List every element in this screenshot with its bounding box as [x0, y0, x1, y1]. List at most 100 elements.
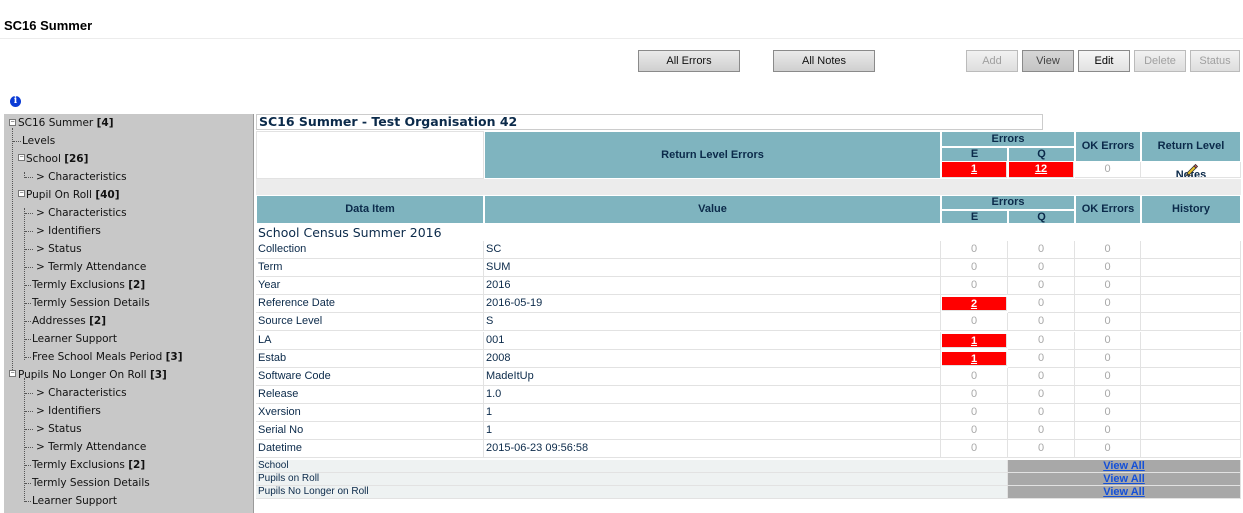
row-e-count: 0 [941, 386, 1008, 404]
row-q-count: 0 [1008, 295, 1075, 313]
delete-button[interactable]: Delete [1134, 50, 1186, 72]
row-e-error-count[interactable]: 1 [942, 352, 1007, 366]
return-e-error-count[interactable]: 1 [942, 162, 1007, 178]
tree-branch [25, 339, 31, 340]
title-divider [0, 38, 1243, 39]
row-value: 001 [484, 332, 941, 350]
view-all-link[interactable]: View All [1008, 473, 1241, 486]
row-history [1141, 277, 1241, 295]
tree-item-pnlor-identifiers[interactable]: > Identifiers [36, 402, 101, 420]
row-ok-count: 0 [1075, 350, 1141, 368]
row-value: SC [484, 241, 941, 259]
tree-item-pnlor-termly-attendance[interactable]: > Termly Attendance [36, 438, 146, 456]
return-level-notes-cell [1141, 162, 1241, 178]
tree-item-pnlor-termly-session-details[interactable]: Termly Session Details [32, 474, 150, 492]
tree-item-pnlor-status[interactable]: > Status [36, 420, 82, 438]
tree-item-por-identifiers[interactable]: > Identifiers [36, 222, 101, 240]
errors-header: Errors [941, 131, 1075, 147]
return-q-error-count[interactable]: 12 [1009, 162, 1074, 178]
all-notes-button[interactable]: All Notes [773, 50, 875, 72]
row-ok-count: 0 [1075, 386, 1141, 404]
add-button[interactable]: Add [966, 50, 1018, 72]
tree-item-pnlor-learner-support[interactable]: Learner Support [32, 492, 117, 510]
view-all-link[interactable]: View All [1008, 486, 1241, 499]
row-data-item: Source Level [256, 313, 484, 331]
row-value: 2016 [484, 277, 941, 295]
row-value: 1 [484, 404, 941, 422]
row-data-item: Software Code [256, 368, 484, 386]
row-ok-count: 0 [1075, 241, 1141, 259]
tree-branch [25, 213, 33, 214]
row-ok-count: 0 [1075, 422, 1141, 440]
tree-branch [25, 303, 31, 304]
tree-item-pnlor-termly-exclusions[interactable]: Termly Exclusions [2] [32, 456, 145, 474]
all-errors-button[interactable]: All Errors [638, 50, 740, 72]
collapse-toggle-icon[interactable]: − [18, 190, 25, 197]
collapse-toggle-icon[interactable]: − [9, 119, 16, 126]
tree-item-por-free-school-meals[interactable]: Free School Meals Period [3] [32, 348, 183, 366]
row-q-count: 0 [1008, 332, 1075, 350]
tree-item-por-status[interactable]: > Status [36, 240, 82, 258]
status-button[interactable]: Status [1190, 50, 1240, 72]
return-level-errors-header: Return Level Errors [484, 131, 941, 179]
row-e-error-count[interactable]: 1 [942, 334, 1007, 348]
tree-item-school-characteristics[interactable]: > Characteristics [36, 168, 127, 186]
tree-branch [25, 393, 33, 394]
tree-item-school[interactable]: School [26] [26, 150, 88, 168]
tree-branch [25, 483, 31, 484]
info-icon[interactable]: i [10, 96, 21, 107]
tree-branch [25, 501, 31, 502]
tree-branch [25, 357, 31, 358]
row-history [1141, 313, 1241, 331]
errors-column-header: Errors [941, 195, 1075, 210]
tree-item-pnlor-characteristics[interactable]: > Characteristics [36, 384, 127, 402]
row-ok-count: 0 [1075, 404, 1141, 422]
view-all-link[interactable]: View All [1008, 460, 1241, 473]
tree-item-pupil-on-roll[interactable]: Pupil On Roll [40] [26, 186, 120, 204]
row-ok-count: 0 [1075, 313, 1141, 331]
row-e-error-count[interactable]: 2 [942, 297, 1007, 311]
tree-connector [12, 128, 13, 376]
link-row-label: Pupils on Roll [256, 473, 1008, 486]
section-title: School Census Summer 2016 [258, 225, 442, 240]
row-data-item: Serial No [256, 422, 484, 440]
tree-item-por-termly-exclusions[interactable]: Termly Exclusions [2] [32, 276, 145, 294]
tree-branch [25, 447, 33, 448]
tree-item-pupils-no-longer-on-roll[interactable]: Pupils No Longer On Roll [3] [18, 366, 167, 384]
row-history [1141, 241, 1241, 259]
navigation-tree: − SC16 Summer [4] Levels − School [26] >… [4, 114, 254, 513]
row-data-item: Reference Date [256, 295, 484, 313]
return-ok-errors-value: 0 [1075, 162, 1141, 178]
tree-item-por-learner-support[interactable]: Learner Support [32, 330, 117, 348]
edit-button[interactable]: Edit [1078, 50, 1130, 72]
tree-branch [25, 465, 31, 466]
row-value: 1.0 [484, 386, 941, 404]
tree-item-levels[interactable]: Levels [22, 132, 55, 150]
page-title: SC16 Summer [4, 18, 93, 33]
tree-item-sc16-summer[interactable]: SC16 Summer [4] [18, 114, 114, 132]
tree-branch [25, 321, 31, 322]
row-q-count: 0 [1008, 277, 1075, 295]
row-ok-count: 0 [1075, 259, 1141, 277]
tree-branch [25, 285, 31, 286]
history-column-header: History [1141, 195, 1241, 224]
link-row-label: School [256, 460, 1008, 473]
row-q-count: 0 [1008, 259, 1075, 277]
collapse-toggle-icon[interactable]: − [9, 370, 16, 377]
tree-item-por-termly-attendance[interactable]: > Termly Attendance [36, 258, 146, 276]
collapse-toggle-icon[interactable]: − [18, 154, 25, 161]
view-button[interactable]: View [1022, 50, 1074, 72]
tree-item-por-addresses[interactable]: Addresses [2] [32, 312, 106, 330]
row-q-count: 0 [1008, 241, 1075, 259]
row-history [1141, 332, 1241, 350]
edit-note-pencil-icon[interactable] [1185, 163, 1199, 176]
row-ok-count: 0 [1075, 277, 1141, 295]
tree-item-por-termly-session-details[interactable]: Termly Session Details [32, 294, 150, 312]
row-data-item: Term [256, 259, 484, 277]
row-e-count: 0 [941, 368, 1008, 386]
tree-item-por-characteristics[interactable]: > Characteristics [36, 204, 127, 222]
e-header: E [941, 147, 1008, 162]
row-history [1141, 295, 1241, 313]
row-value: 2015-06-23 09:56:58 [484, 440, 941, 458]
row-e-count: 0 [941, 440, 1008, 458]
